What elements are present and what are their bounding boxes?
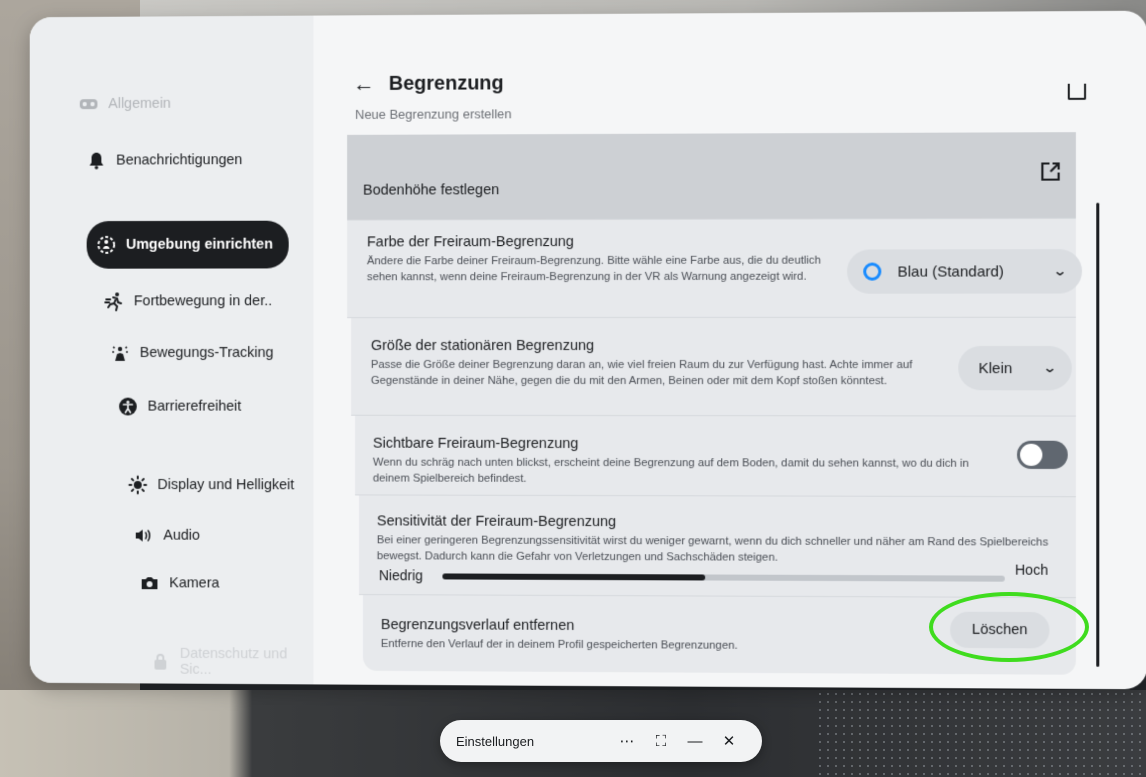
sidebar-item-label: Audio	[163, 528, 200, 544]
scrollbar[interactable]	[1096, 203, 1099, 667]
camera-icon	[140, 573, 160, 593]
sidebar-item-barrierefreiheit[interactable]: Barrierefreiheit	[118, 397, 241, 417]
row-description: Wenn du schräg nach unten blickst, ersch…	[373, 455, 1005, 488]
row-description: Passe die Größe deiner Begrenzung daran …	[371, 357, 952, 389]
color-dropdown[interactable]: Blau (Standard) ⌄	[847, 249, 1082, 294]
row-title: Sichtbare Freiraum-Begrenzung	[373, 436, 1005, 453]
sidebar: Allgemein Benachrichtigungen Umgebung ei…	[30, 16, 314, 685]
taskbar-title: Einstellungen	[456, 734, 610, 749]
row-visible-boundary: Sichtbare Freiraum-Begrenzung Wenn du sc…	[355, 416, 1076, 498]
sidebar-item-display[interactable]: Display und Helligkeit	[128, 475, 294, 495]
sun-icon	[128, 475, 148, 495]
slider-max-label: Hoch	[1015, 562, 1048, 578]
color-dropdown-value: Blau (Standard)	[898, 263, 1045, 280]
row-description: Ändere die Farbe deiner Freiraum-Begrenz…	[367, 253, 827, 286]
row-description: Bei einer geringeren Begrenzungssensitiv…	[377, 532, 1060, 566]
vr-headset-icon	[79, 94, 99, 114]
page-title: Begrenzung	[389, 72, 504, 95]
toggle-knob	[1020, 444, 1042, 466]
row-title: Bodenhöhe festlegen	[363, 182, 499, 198]
slider-fill	[442, 573, 705, 580]
window-taskbar: Einstellungen ⋯ ⛶ — ✕	[440, 720, 762, 762]
chevron-down-icon: ⌄	[1053, 263, 1067, 279]
sidebar-item-benachrichtigungen[interactable]: Benachrichtigungen	[87, 150, 243, 170]
background-pattern	[816, 690, 1146, 777]
sidebar-item-label: Display und Helligkeit	[157, 477, 294, 493]
back-arrow-icon[interactable]: ←	[353, 71, 375, 97]
close-icon[interactable]: ✕	[712, 732, 746, 750]
sidebar-item-kamera[interactable]: Kamera	[140, 573, 220, 593]
color-swatch-icon	[863, 263, 881, 281]
sidebar-item-label: Allgemein	[108, 96, 171, 112]
row-title: Begrenzungsverlauf entfernen	[381, 617, 942, 636]
minimize-icon[interactable]: —	[678, 733, 712, 750]
row-new-boundary-partial[interactable]: Neue Begrenzung erstellen	[353, 98, 1076, 125]
expand-icon[interactable]: ⛶	[644, 733, 678, 750]
sidebar-item-label: Bewegungs-Tracking	[140, 345, 274, 361]
sidebar-item-datenschutz[interactable]: Datenschutz und Sic...	[152, 646, 314, 679]
sidebar-item-label: Barrierefreiheit	[148, 399, 242, 415]
page-header: ← Begrenzung	[353, 70, 504, 97]
sensitivity-slider[interactable]	[442, 573, 1004, 581]
sidebar-item-label: Umgebung einrichten	[126, 237, 273, 253]
speaker-icon	[134, 526, 154, 546]
sidebar-item-umgebung[interactable]: Umgebung einrichten	[87, 221, 289, 269]
sidebar-item-allgemein[interactable]: Allgemein	[79, 94, 171, 114]
square-icon	[1068, 84, 1086, 100]
settings-panel: Allgemein Benachrichtigungen Umgebung ei…	[30, 11, 1146, 690]
sidebar-item-fortbewegung[interactable]: Fortbewegung in der..	[104, 291, 272, 311]
accessibility-icon	[118, 397, 138, 417]
slider-min-label: Niedrig	[379, 567, 423, 583]
size-dropdown[interactable]: Klein ⌄	[958, 346, 1072, 390]
sidebar-item-label: Kamera	[169, 575, 219, 591]
row-sensitivity: Sensitivität der Freiraum-Begrenzung Bei…	[359, 495, 1076, 598]
sidebar-item-label: Fortbewegung in der..	[134, 293, 272, 309]
row-title: Größe der stationären Begrenzung	[371, 338, 952, 354]
row-floor-height[interactable]: Bodenhöhe festlegen	[347, 132, 1076, 220]
highlight-ring	[929, 592, 1089, 662]
visible-boundary-toggle[interactable]	[1017, 441, 1068, 469]
external-link-icon	[1039, 160, 1061, 187]
chevron-down-icon: ⌄	[1043, 360, 1057, 376]
row-title: Farbe der Freiraum-Begrenzung	[367, 234, 827, 251]
sidebar-item-label: Benachrichtigungen	[116, 152, 242, 168]
row-title: Sensitivität der Freiraum-Begrenzung	[377, 513, 1060, 531]
motion-tracking-icon	[110, 343, 130, 363]
size-dropdown-value: Klein	[978, 360, 1034, 377]
content-area: ← Begrenzung Neue Begrenzung erstellen B…	[313, 11, 1146, 690]
sidebar-item-label: Datenschutz und Sic...	[180, 646, 314, 679]
row-boundary-color: Farbe der Freiraum-Begrenzung Ändere die…	[347, 219, 1076, 318]
more-options-icon[interactable]: ⋯	[610, 732, 644, 750]
sidebar-item-audio[interactable]: Audio	[134, 526, 200, 546]
lock-icon	[152, 652, 170, 672]
bell-icon	[87, 151, 107, 171]
environment-icon	[96, 235, 116, 255]
running-person-icon	[104, 291, 124, 311]
row-description: Entferne den Verlauf der in deinem Profi…	[381, 636, 942, 655]
row-stationary-size: Größe der stationären Begrenzung Passe d…	[351, 318, 1076, 417]
sidebar-item-bewegungs-tracking[interactable]: Bewegungs-Tracking	[110, 343, 273, 363]
row-title: Neue Begrenzung erstellen	[355, 106, 512, 122]
